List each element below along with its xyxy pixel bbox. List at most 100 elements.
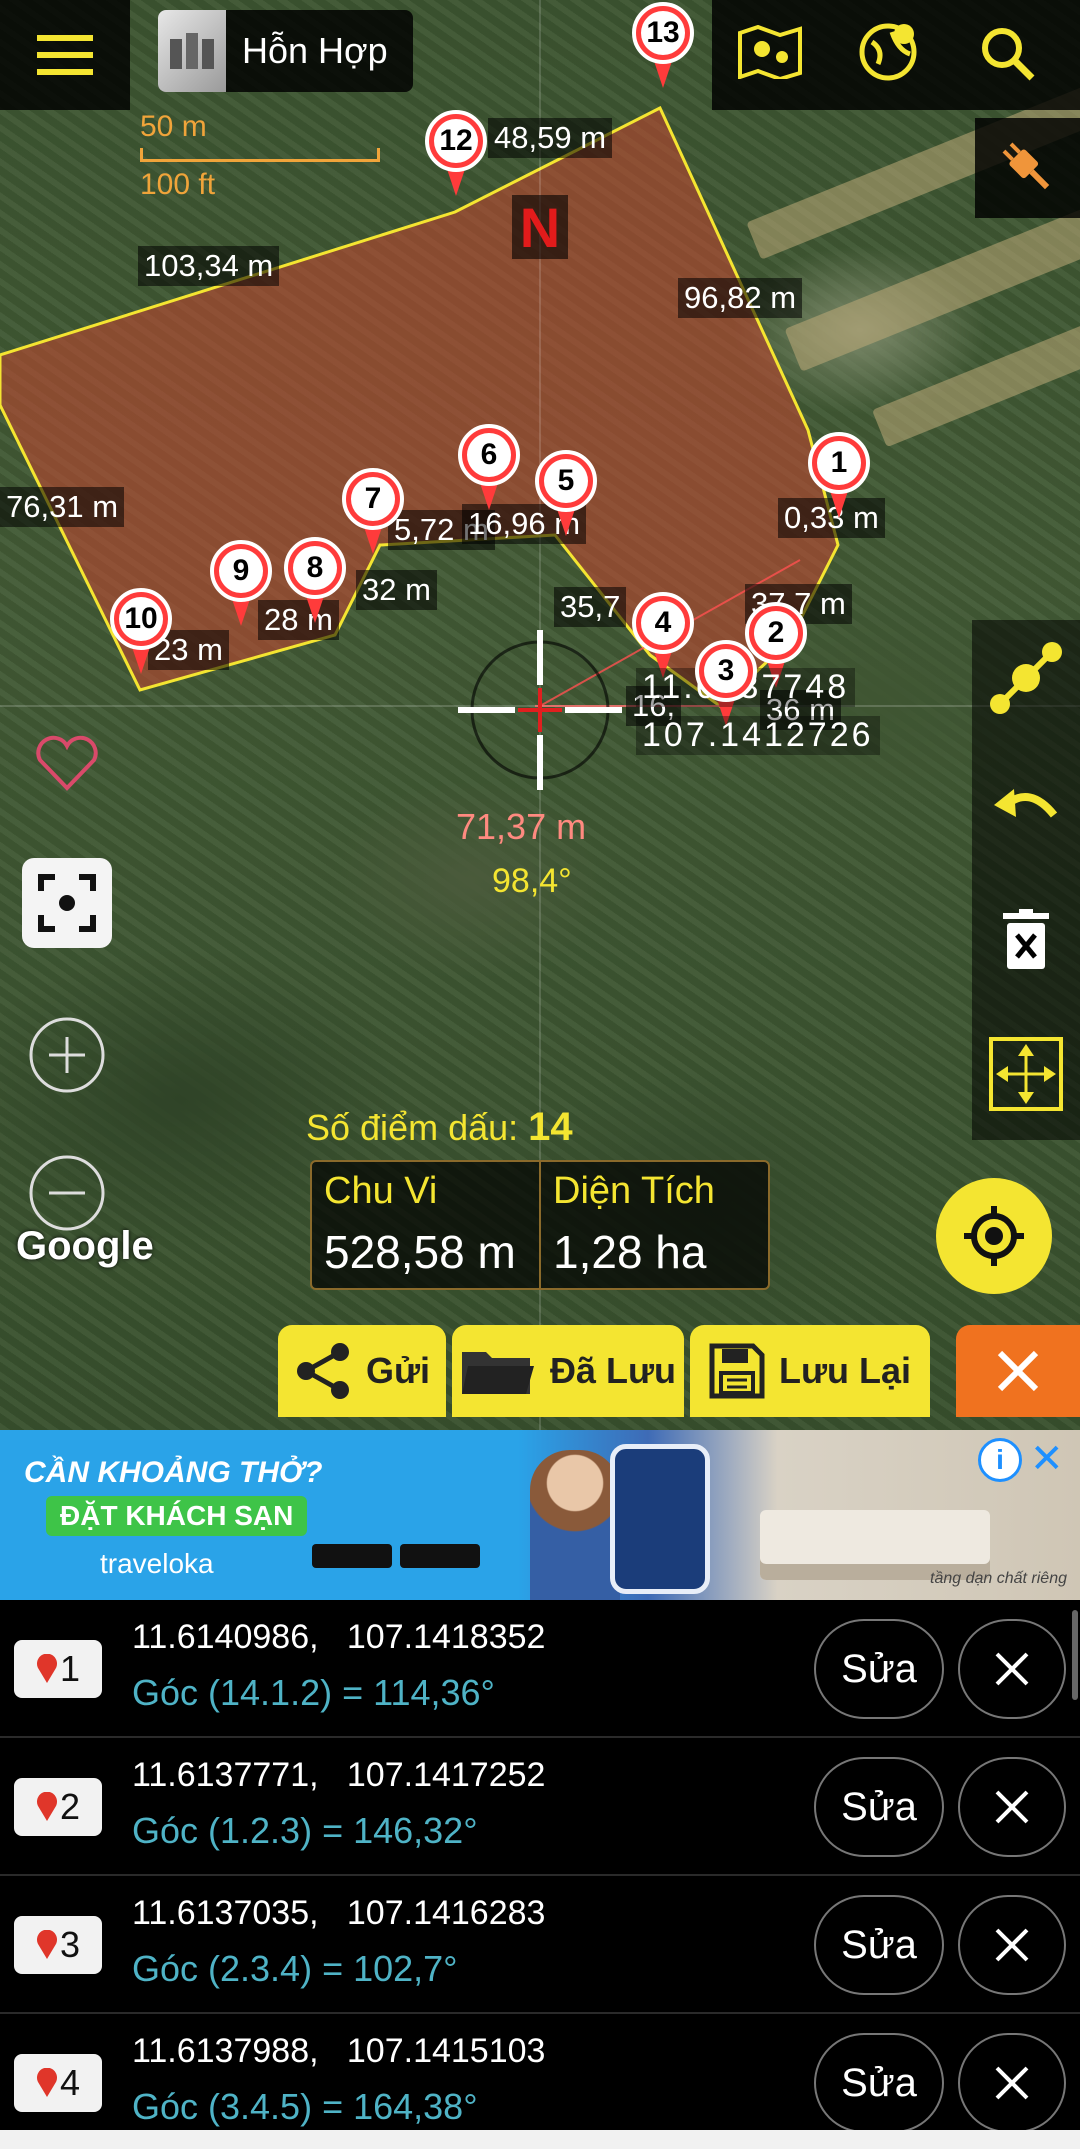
ad-banner[interactable]: CẦN KHOẢNG THỞ? ĐẶT KHÁCH SẠN traveloka …: [0, 1430, 1080, 1600]
saved-button[interactable]: Đã Lưu: [452, 1325, 684, 1417]
segment-label: 32 m: [356, 570, 437, 610]
search-icon: [982, 28, 1035, 81]
close-measurement-button[interactable]: [956, 1325, 1080, 1417]
map-view[interactable]: Hỗn Hợp 50 m 100 ft N 48,59 m 103,34 m 9…: [0, 0, 1080, 1430]
expand-arrows-icon: [989, 1037, 1063, 1111]
list-scrollbar[interactable]: [1072, 1610, 1078, 1700]
points-count: Số điểm dấu: 14: [306, 1105, 573, 1149]
marker-13[interactable]: 13: [632, 2, 694, 90]
delete-button[interactable]: [972, 890, 1080, 990]
undo-button[interactable]: [972, 760, 1080, 860]
app-store-badge: [312, 1544, 392, 1568]
heart-icon: [36, 735, 98, 791]
area-value: 1,28 ha: [553, 1226, 707, 1278]
crosshair-bearing: 98,4°: [492, 862, 572, 900]
point-angle: Góc (2.3.4) = 102,7°: [132, 1948, 458, 1989]
save-button[interactable]: Lưu Lại: [690, 1325, 930, 1417]
location-globe-button[interactable]: [858, 20, 920, 87]
marker-5[interactable]: 5: [535, 450, 597, 538]
floppy-disk-icon: [709, 1343, 765, 1399]
system-navigation-bar: [0, 2130, 1080, 2149]
zoom-in-button[interactable]: [22, 1010, 112, 1100]
ad-tagline: tầng dạn chất riêng: [930, 1570, 1067, 1587]
ad-brand: traveloka: [100, 1548, 214, 1579]
map-pin-icon: [36, 1792, 57, 1821]
saved-label: Đã Lưu: [549, 1350, 677, 1391]
delete-point-button[interactable]: [958, 1895, 1066, 1995]
ad-headline: CẦN KHOẢNG THỞ?: [24, 1456, 323, 1489]
draw-line-button[interactable]: [972, 628, 1080, 728]
crosshair-gps-icon: [964, 1206, 1024, 1266]
marker-12[interactable]: 12: [425, 110, 487, 198]
fit-bounds-button[interactable]: [972, 1024, 1080, 1124]
delete-point-button[interactable]: [958, 2033, 1066, 2133]
plugin-button[interactable]: [975, 118, 1080, 218]
trash-icon: [1003, 909, 1049, 969]
delete-point-button[interactable]: [958, 1757, 1066, 1857]
map-pin-icon: [36, 2068, 57, 2097]
my-location-button[interactable]: [936, 1178, 1052, 1294]
save-label: Lưu Lại: [778, 1350, 912, 1391]
delete-point-button[interactable]: [958, 1619, 1066, 1719]
ad-close-icon[interactable]: ✕: [1030, 1436, 1064, 1482]
close-icon: [995, 2066, 1029, 2100]
minus-circle-icon: [29, 1155, 105, 1231]
points-list[interactable]: 1 11.6140986, 107.1418352 Góc (14.1.2) =…: [0, 1600, 1080, 2149]
segment-label: 48,59 m: [488, 118, 613, 158]
crosshair-longitude: 107.1412726: [636, 716, 880, 755]
ad-person-image: [530, 1450, 620, 1600]
world-map-icon: [738, 24, 802, 82]
segment-label: 103,34 m: [138, 246, 280, 286]
search-button[interactable]: [980, 26, 1036, 87]
segment-label: 76,31 m: [0, 487, 125, 527]
marker-4[interactable]: 4: [632, 592, 694, 680]
map-pin-icon: [36, 1654, 57, 1683]
scale-metric: 50 m: [140, 110, 207, 143]
edit-point-button[interactable]: Sửa: [814, 1757, 944, 1857]
point-badge: 2: [14, 1778, 102, 1836]
share-icon: [296, 1343, 349, 1399]
edit-point-button[interactable]: Sửa: [814, 1619, 944, 1719]
marker-3[interactable]: 3: [695, 640, 757, 728]
segment-label: 96,82 m: [678, 278, 803, 318]
marker-8[interactable]: 8: [284, 537, 346, 625]
list-item[interactable]: 2 11.6137771, 107.1417252 Góc (1.2.3) = …: [0, 1738, 1080, 1876]
screenshot-button[interactable]: [22, 858, 112, 948]
point-badge: 3: [14, 1916, 102, 1974]
edit-point-button[interactable]: Sửa: [814, 2033, 944, 2133]
menu-button[interactable]: [0, 0, 130, 110]
share-button[interactable]: Gửi: [278, 1325, 446, 1417]
marker-10[interactable]: 10: [110, 588, 172, 676]
map-layers-button[interactable]: [738, 24, 804, 84]
edit-point-button[interactable]: Sửa: [814, 1895, 944, 1995]
ad-info-icon[interactable]: i: [978, 1438, 1022, 1482]
ad-cta: ĐẶT KHÁCH SẠN: [46, 1496, 308, 1536]
list-item[interactable]: 4 11.6137988, 107.1415103 Góc (3.4.5) = …: [0, 2014, 1080, 2149]
point-coordinates: 11.6140986, 107.1418352: [132, 1618, 546, 1656]
undo-icon: [994, 789, 1058, 818]
perimeter-value: 528,58 m: [324, 1226, 516, 1278]
north-indicator: N: [512, 195, 568, 259]
marker-9[interactable]: 9: [210, 540, 272, 628]
folder-icon: [461, 1352, 534, 1394]
list-item[interactable]: 3 11.6137035, 107.1416283 Góc (2.3.4) = …: [0, 1876, 1080, 2014]
marker-7[interactable]: 7: [342, 468, 404, 556]
marker-1[interactable]: 1: [808, 432, 870, 520]
segment-label: 35,7: [554, 587, 627, 627]
area-label: Diện Tích: [553, 1170, 715, 1212]
list-item[interactable]: 1 11.6140986, 107.1418352 Góc (14.1.2) =…: [0, 1600, 1080, 1738]
globe-pin-icon: [859, 23, 917, 81]
point-coordinates: 11.6137771, 107.1417252: [132, 1756, 546, 1794]
favorite-button[interactable]: [22, 718, 112, 808]
ad-phone-image: [610, 1444, 710, 1594]
map-type-selector[interactable]: Hỗn Hợp: [158, 10, 413, 92]
point-badge: 1: [14, 1640, 102, 1698]
google-logo: Google: [16, 1224, 154, 1268]
plus-circle-icon: [29, 1017, 105, 1093]
close-icon: [995, 1790, 1029, 1824]
close-icon: [995, 1928, 1029, 1962]
marker-6[interactable]: 6: [458, 424, 520, 512]
polyline-icon: [990, 642, 1062, 714]
close-icon: [997, 1350, 1039, 1392]
focus-frame-icon: [38, 874, 96, 932]
